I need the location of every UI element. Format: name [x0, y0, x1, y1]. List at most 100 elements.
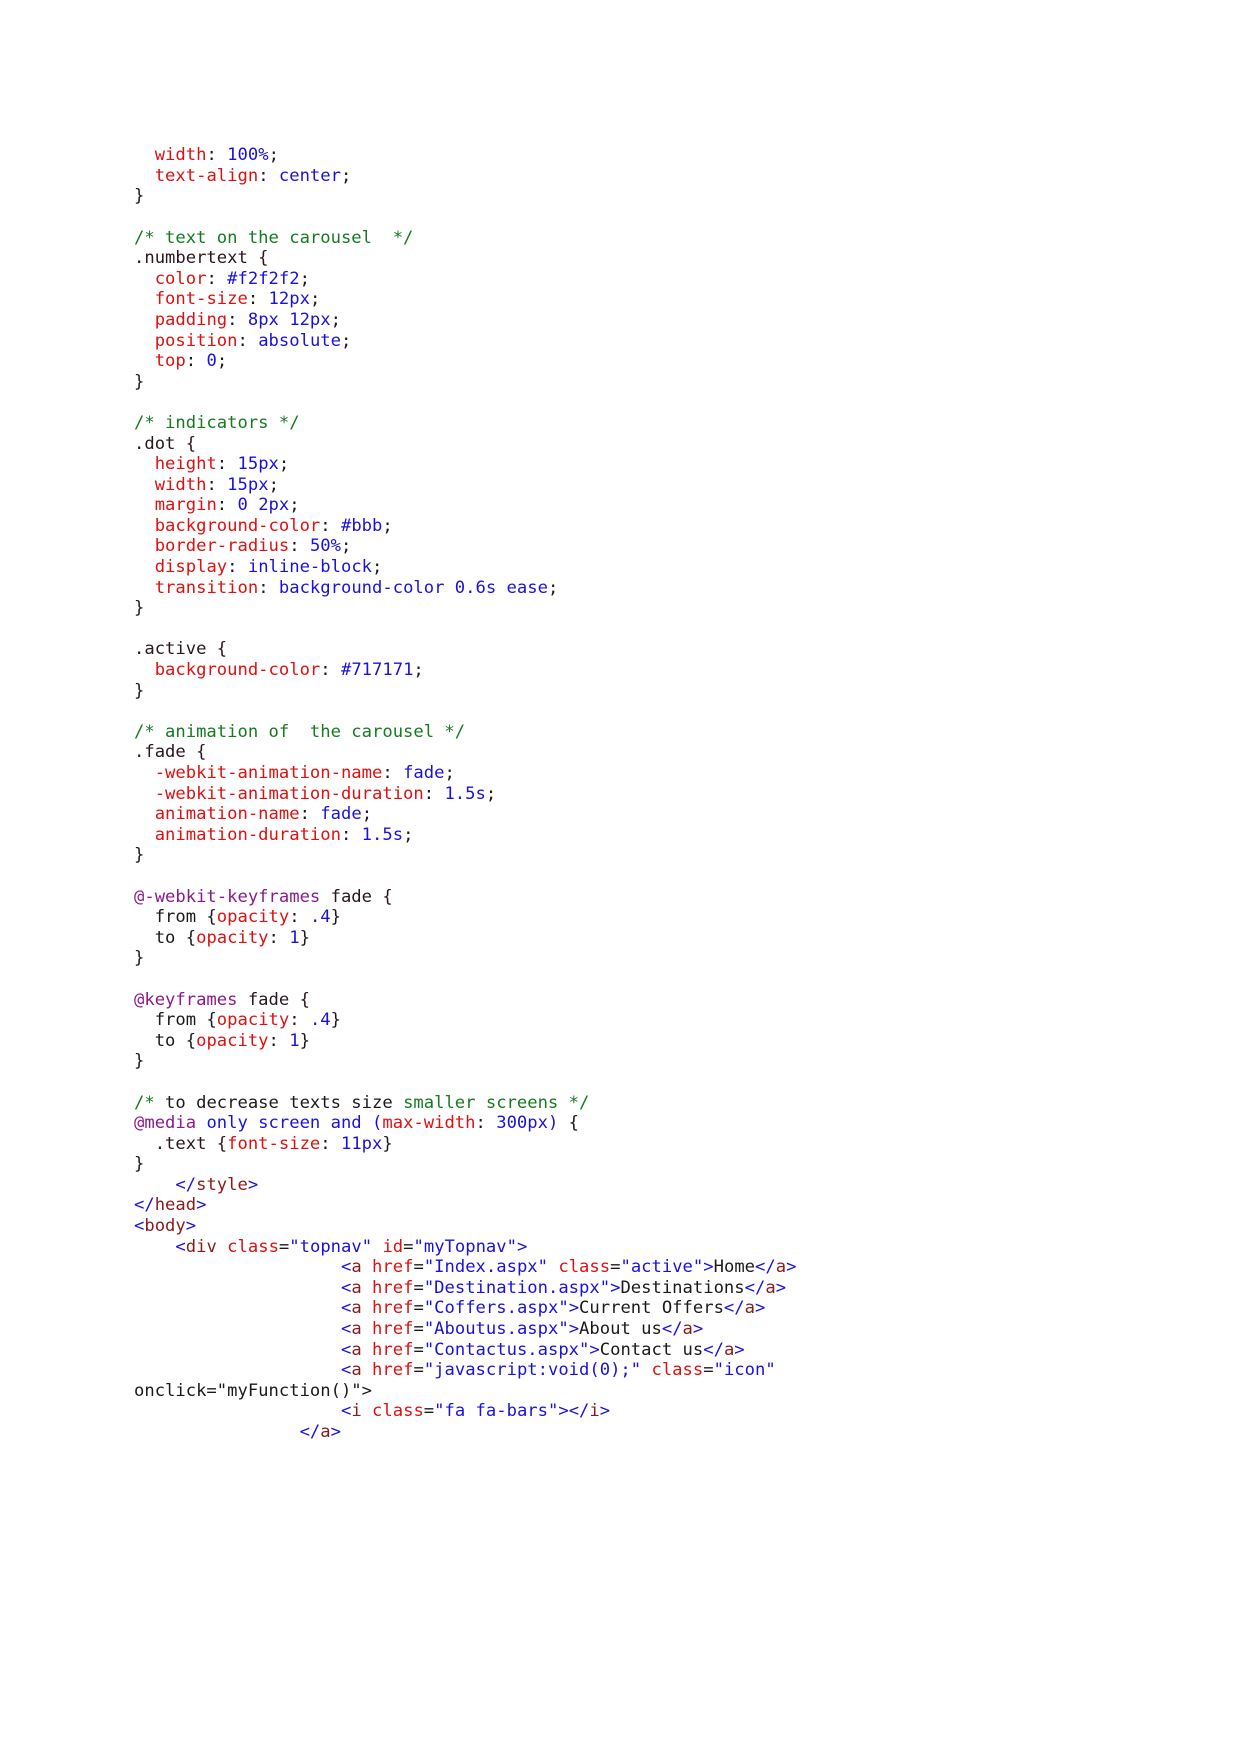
- code-token: About us: [579, 1319, 662, 1340]
- code-token: /* text on the carousel */: [134, 227, 414, 248]
- code-token: text-align: [154, 165, 259, 186]
- code-line: <a href="javascript:void(0);" class="ico…: [134, 1360, 1134, 1381]
- code-token: position: [154, 330, 238, 351]
- code-token: absolute: [258, 330, 341, 351]
- code-token: from {: [134, 1010, 217, 1031]
- code-token: i: [589, 1401, 600, 1422]
- code-line: <a href="Index.aspx" class="active">Home…: [134, 1257, 1134, 1278]
- code-token: >: [589, 1339, 600, 1360]
- code-token: }: [330, 907, 341, 928]
- code-token: <: [340, 1298, 352, 1319]
- code-token: ;: [299, 268, 310, 289]
- code-token: a: [765, 1277, 776, 1298]
- code-token: 1.5s: [444, 783, 486, 804]
- code-token: <: [340, 1339, 352, 1360]
- code-token: a: [351, 1360, 362, 1381]
- code-token: Home: [713, 1257, 756, 1278]
- code-token: =: [413, 1277, 424, 1298]
- code-token: ;: [361, 804, 373, 825]
- code-line: </style>: [134, 1175, 1134, 1196]
- code-line: }: [134, 948, 1134, 969]
- code-token: only screen and: [196, 1113, 373, 1134]
- code-token: >: [558, 1401, 569, 1422]
- code-line: @-webkit-keyframes fade {: [134, 887, 1134, 908]
- code-line: from {opacity: .4}: [134, 907, 1134, 928]
- code-token: </: [175, 1174, 197, 1195]
- code-token: :: [268, 927, 290, 948]
- code-token: (: [372, 1113, 383, 1134]
- code-token: fade {: [237, 989, 310, 1010]
- code-token: >: [786, 1257, 797, 1278]
- code-line: }: [134, 372, 1134, 393]
- code-token: :: [258, 577, 279, 598]
- code-token: class: [651, 1360, 704, 1381]
- code-token: .4: [309, 907, 331, 928]
- code-token: head: [154, 1195, 197, 1216]
- code-token: :: [227, 557, 248, 578]
- code-token: <: [340, 1401, 352, 1422]
- code-line: text-align: center;: [134, 166, 1134, 187]
- code-token: =: [413, 1339, 424, 1360]
- code-token: class: [227, 1236, 279, 1257]
- code-line: /* indicators */: [134, 413, 1134, 434]
- code-line: font-size: 12px;: [134, 289, 1134, 310]
- code-line: height: 15px;: [134, 454, 1134, 475]
- code-token: opacity: [216, 907, 290, 928]
- code-token: -webkit-animation-duration: [154, 783, 424, 804]
- code-token: color: [154, 268, 207, 289]
- code-token: fade: [403, 763, 445, 783]
- code-token: :: [423, 783, 445, 804]
- code-line: display: inline-block;: [134, 557, 1134, 578]
- code-line: }: [134, 186, 1134, 207]
- code-line: -webkit-animation-name: fade;: [134, 763, 1134, 784]
- code-token: >: [775, 1277, 787, 1298]
- code-token: href: [372, 1360, 414, 1381]
- code-line: <a href="Contactus.aspx">Contact us</a>: [134, 1340, 1134, 1361]
- code-token: ;: [341, 330, 352, 351]
- code-token: ;: [289, 495, 300, 516]
- code-token: =: [423, 1401, 435, 1422]
- code-line: <a href="Aboutus.aspx">About us</a>: [134, 1319, 1134, 1340]
- code-token: </: [703, 1339, 724, 1360]
- code-token: 8px 12px: [247, 309, 331, 330]
- code-token: inline-block: [247, 557, 373, 578]
- code-token: </: [299, 1422, 321, 1442]
- code-token: :: [320, 660, 341, 681]
- code-token: background-color: [154, 660, 321, 681]
- code-token: href: [372, 1298, 414, 1319]
- code-token: href: [372, 1257, 414, 1278]
- code-token: from {: [134, 907, 217, 928]
- code-token: }: [134, 186, 145, 207]
- code-token: width: [154, 145, 207, 166]
- code-token: >: [754, 1298, 766, 1319]
- code-token: 50%: [309, 536, 341, 557]
- code-token: opacity: [196, 1030, 269, 1051]
- source-code-listing: width: 100%; text-align: center; } /* te…: [134, 145, 1134, 1442]
- code-token: </: [723, 1298, 745, 1319]
- code-token: a: [351, 1319, 362, 1340]
- code-token: margin: [154, 495, 217, 516]
- code-line: <a href="Coffers.aspx">Current Offers</a…: [134, 1298, 1134, 1319]
- code-line: }: [134, 1051, 1134, 1072]
- code-line: .active {: [134, 639, 1134, 660]
- code-token: :: [340, 824, 362, 845]
